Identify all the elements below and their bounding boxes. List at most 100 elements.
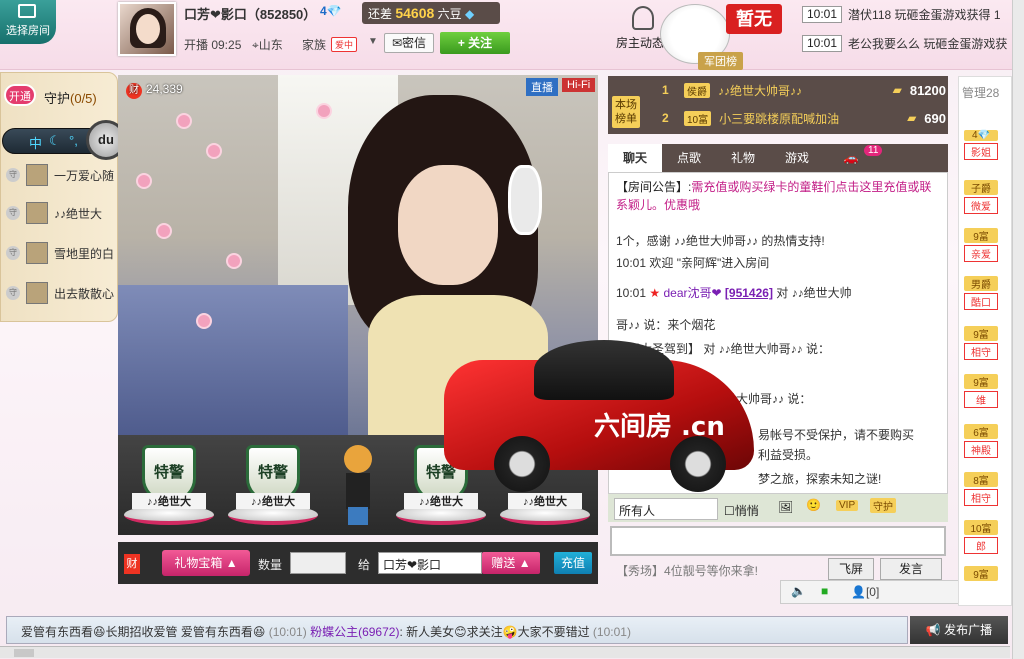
viewer-count: 👤[0] [851, 585, 880, 599]
list-item[interactable]: 10富郎 [964, 520, 1008, 556]
location-pin-icon: ⌖ [252, 38, 259, 52]
publish-broadcast-button[interactable]: 📢 发布广播 [910, 616, 1008, 644]
recipient-select[interactable]: 口芳❤影口 [378, 552, 482, 574]
gift-box-button[interactable]: 礼物宝箱 ▲ [162, 550, 250, 576]
checkbox-icon: ☐ [724, 504, 735, 518]
recipient-dropdown[interactable]: 所有人 [614, 498, 718, 520]
open-guard-button[interactable]: 开通 [4, 84, 36, 106]
list-item[interactable]: 9富 相守 [964, 326, 1008, 362]
avatar [26, 282, 48, 304]
vertical-scrollbar[interactable] [1012, 0, 1024, 659]
guard-list-item[interactable]: 守出去散散心 [6, 276, 116, 310]
horizontal-scrollbar[interactable] [0, 646, 1010, 658]
host-name: 口芳❤影口（852850） [184, 7, 317, 22]
chat-message: 利益受损。 [758, 448, 819, 462]
quantity-label: 数量 [258, 558, 283, 572]
list-item[interactable]: 子爵 微爱 [964, 180, 1008, 216]
private-checkbox[interactable]: ☐悄悄 [724, 502, 759, 519]
show-field-promo[interactable]: 【秀场】4位靓号等你来拿! [616, 562, 758, 579]
game-ticker: 10:01 潜伏118 玩砸金蛋游戏获得 1 10:01 老公我要么么 玩砸金蛋游戏… [802, 6, 1014, 64]
ime-mode-label: 中 [29, 136, 43, 151]
person-icon [632, 6, 654, 30]
tab-chat[interactable]: 聊天 [608, 144, 662, 172]
star-rank-icon: ★ [649, 286, 661, 300]
follow-button[interactable]: + 关注 [440, 32, 510, 54]
list-item[interactable]: 9富 [964, 566, 1008, 602]
level-gap-box: 还差 54608 六豆 ◆ [362, 2, 500, 24]
emoji-icon[interactable]: 🙂 [806, 498, 821, 512]
room-icon [18, 4, 36, 18]
list-item[interactable]: 6富 神殿 [964, 424, 1008, 460]
fly-screen-button[interactable]: 飞屏 [828, 558, 874, 580]
wealth-icon: 财 [126, 83, 142, 99]
list-item[interactable]: 4💎 影姐 [964, 130, 1008, 166]
wealth-icon[interactable]: 财 [124, 554, 140, 574]
host-location: ⌖山东 [252, 38, 283, 52]
avatar [26, 202, 48, 224]
send-message-button[interactable]: 发言 [880, 558, 942, 580]
guard-list-item[interactable]: 守一万爱心随 [6, 158, 116, 192]
chat-input[interactable] [610, 526, 946, 556]
list-item[interactable]: 9富 亲爱 [964, 228, 1008, 264]
family-label: 家族 [302, 38, 327, 52]
coin-icon: ▰ [892, 83, 902, 97]
rank-row[interactable]: 1 侯爵 ♪♪绝世大帅哥♪♪ ▰ 81200 [662, 78, 946, 102]
room-notice[interactable]: 【房间公告】:需充值或购买绿卡的童鞋们点击这里充值或联系颖儿。优惠哦 [616, 178, 936, 214]
rank-row[interactable]: 2 10富 小三要跳楼原配喊加油 ▰ 690 [662, 106, 946, 130]
wealth-counter: 财 24,339 [126, 82, 183, 99]
avatar [26, 164, 48, 186]
manager-count[interactable]: 管理28 [962, 84, 999, 101]
chat-message: 易帐号不受保护，请不要购买 [758, 428, 915, 442]
family-dropdown-icon[interactable]: ▼ [368, 36, 378, 47]
guard-list-item[interactable]: 守 ♪♪绝世大 [6, 196, 116, 230]
diamond-icon: ◆ [465, 7, 475, 21]
stream-start-time: 开播 09:25 [184, 38, 242, 52]
vip-button[interactable]: VIP [836, 500, 859, 511]
quantity-input[interactable] [290, 552, 346, 574]
ticker-item: 10:01 潜伏118 玩砸金蛋游戏获得 1 [802, 6, 1014, 23]
list-item[interactable]: 8富 相守 [964, 472, 1008, 508]
speaker-icon[interactable]: 🔈 [791, 584, 806, 598]
rank-label: 本场榜单 [612, 96, 640, 128]
hifi-toggle[interactable]: Hi-Fi [562, 78, 596, 92]
chat-message: 10:01 欢迎 "亲阿辉"进入房间 [616, 256, 770, 270]
guard-list-item[interactable]: 守雪地里的白 [6, 236, 116, 270]
guard-flag-icon: 守 [6, 168, 20, 182]
choose-room-button[interactable]: 选择房间 [0, 0, 56, 44]
coin-icon: ▰ [907, 111, 917, 125]
family-badge[interactable]: 爱中 [331, 37, 358, 52]
tab-gifts[interactable]: 礼物 [716, 144, 770, 172]
moon-icon: ☾ [49, 133, 61, 148]
chat-message: 梦之旅，探索未知之谜! [758, 472, 882, 486]
list-item[interactable]: 男爵 酷口 [964, 276, 1008, 312]
recharge-button[interactable]: 充值 [554, 552, 592, 574]
live-tag: 直播 [526, 78, 558, 96]
image-icon[interactable]: 🖼 [778, 500, 793, 514]
tab-games[interactable]: 游戏 [770, 144, 824, 172]
guard-flag-icon: 守 [6, 286, 20, 300]
chat-message: 10:01 ★ dear沈哥❤ [951426] 对 ♪♪绝世大帅 [616, 286, 852, 300]
legion-rank-button[interactable]: 军团榜 [698, 52, 743, 70]
chat-message: 1个，感谢 ♪♪绝世大帅哥♪♪ 的热情支持! [616, 234, 825, 248]
gift-item[interactable]: 特警 ♪♪绝世大 [124, 443, 214, 525]
guard-title: 守护(0/5) [44, 91, 97, 106]
ticker-item: 10:01 老公我要么么 玩砸金蛋游戏获 [802, 35, 1014, 52]
car-count-badge: 11 [864, 145, 883, 156]
private-message-button[interactable]: ✉密信 [384, 33, 434, 53]
top-fan-badge[interactable]: 暂无 [726, 4, 782, 34]
green-square-icon: ■ [821, 584, 829, 598]
host-avatar[interactable] [118, 2, 176, 56]
chibi-gift-icon[interactable] [340, 445, 376, 525]
send-gift-button[interactable]: 赠送 ▲ [482, 552, 540, 574]
list-item[interactable]: 9富维 [964, 374, 1008, 410]
give-to-label: 给 [358, 558, 371, 572]
gift-item[interactable]: 特警 ♪♪绝世大 [228, 443, 318, 525]
guard-flag-icon: 守 [6, 206, 20, 220]
guard-button[interactable]: 守护 [870, 498, 896, 513]
host-level-badge: 4💎 [320, 4, 342, 18]
tab-songs[interactable]: 点歌 [662, 144, 716, 172]
broadcast-marquee[interactable]: 爱管有东西看😆长期招收爱管 爱管有东西看😆 (10:01) 粉蝶公主(69672… [6, 616, 908, 644]
sports-car-animation: 六间房 .cn [444, 320, 760, 496]
avatar [26, 242, 48, 264]
punctuation-icon: °, [69, 133, 78, 148]
